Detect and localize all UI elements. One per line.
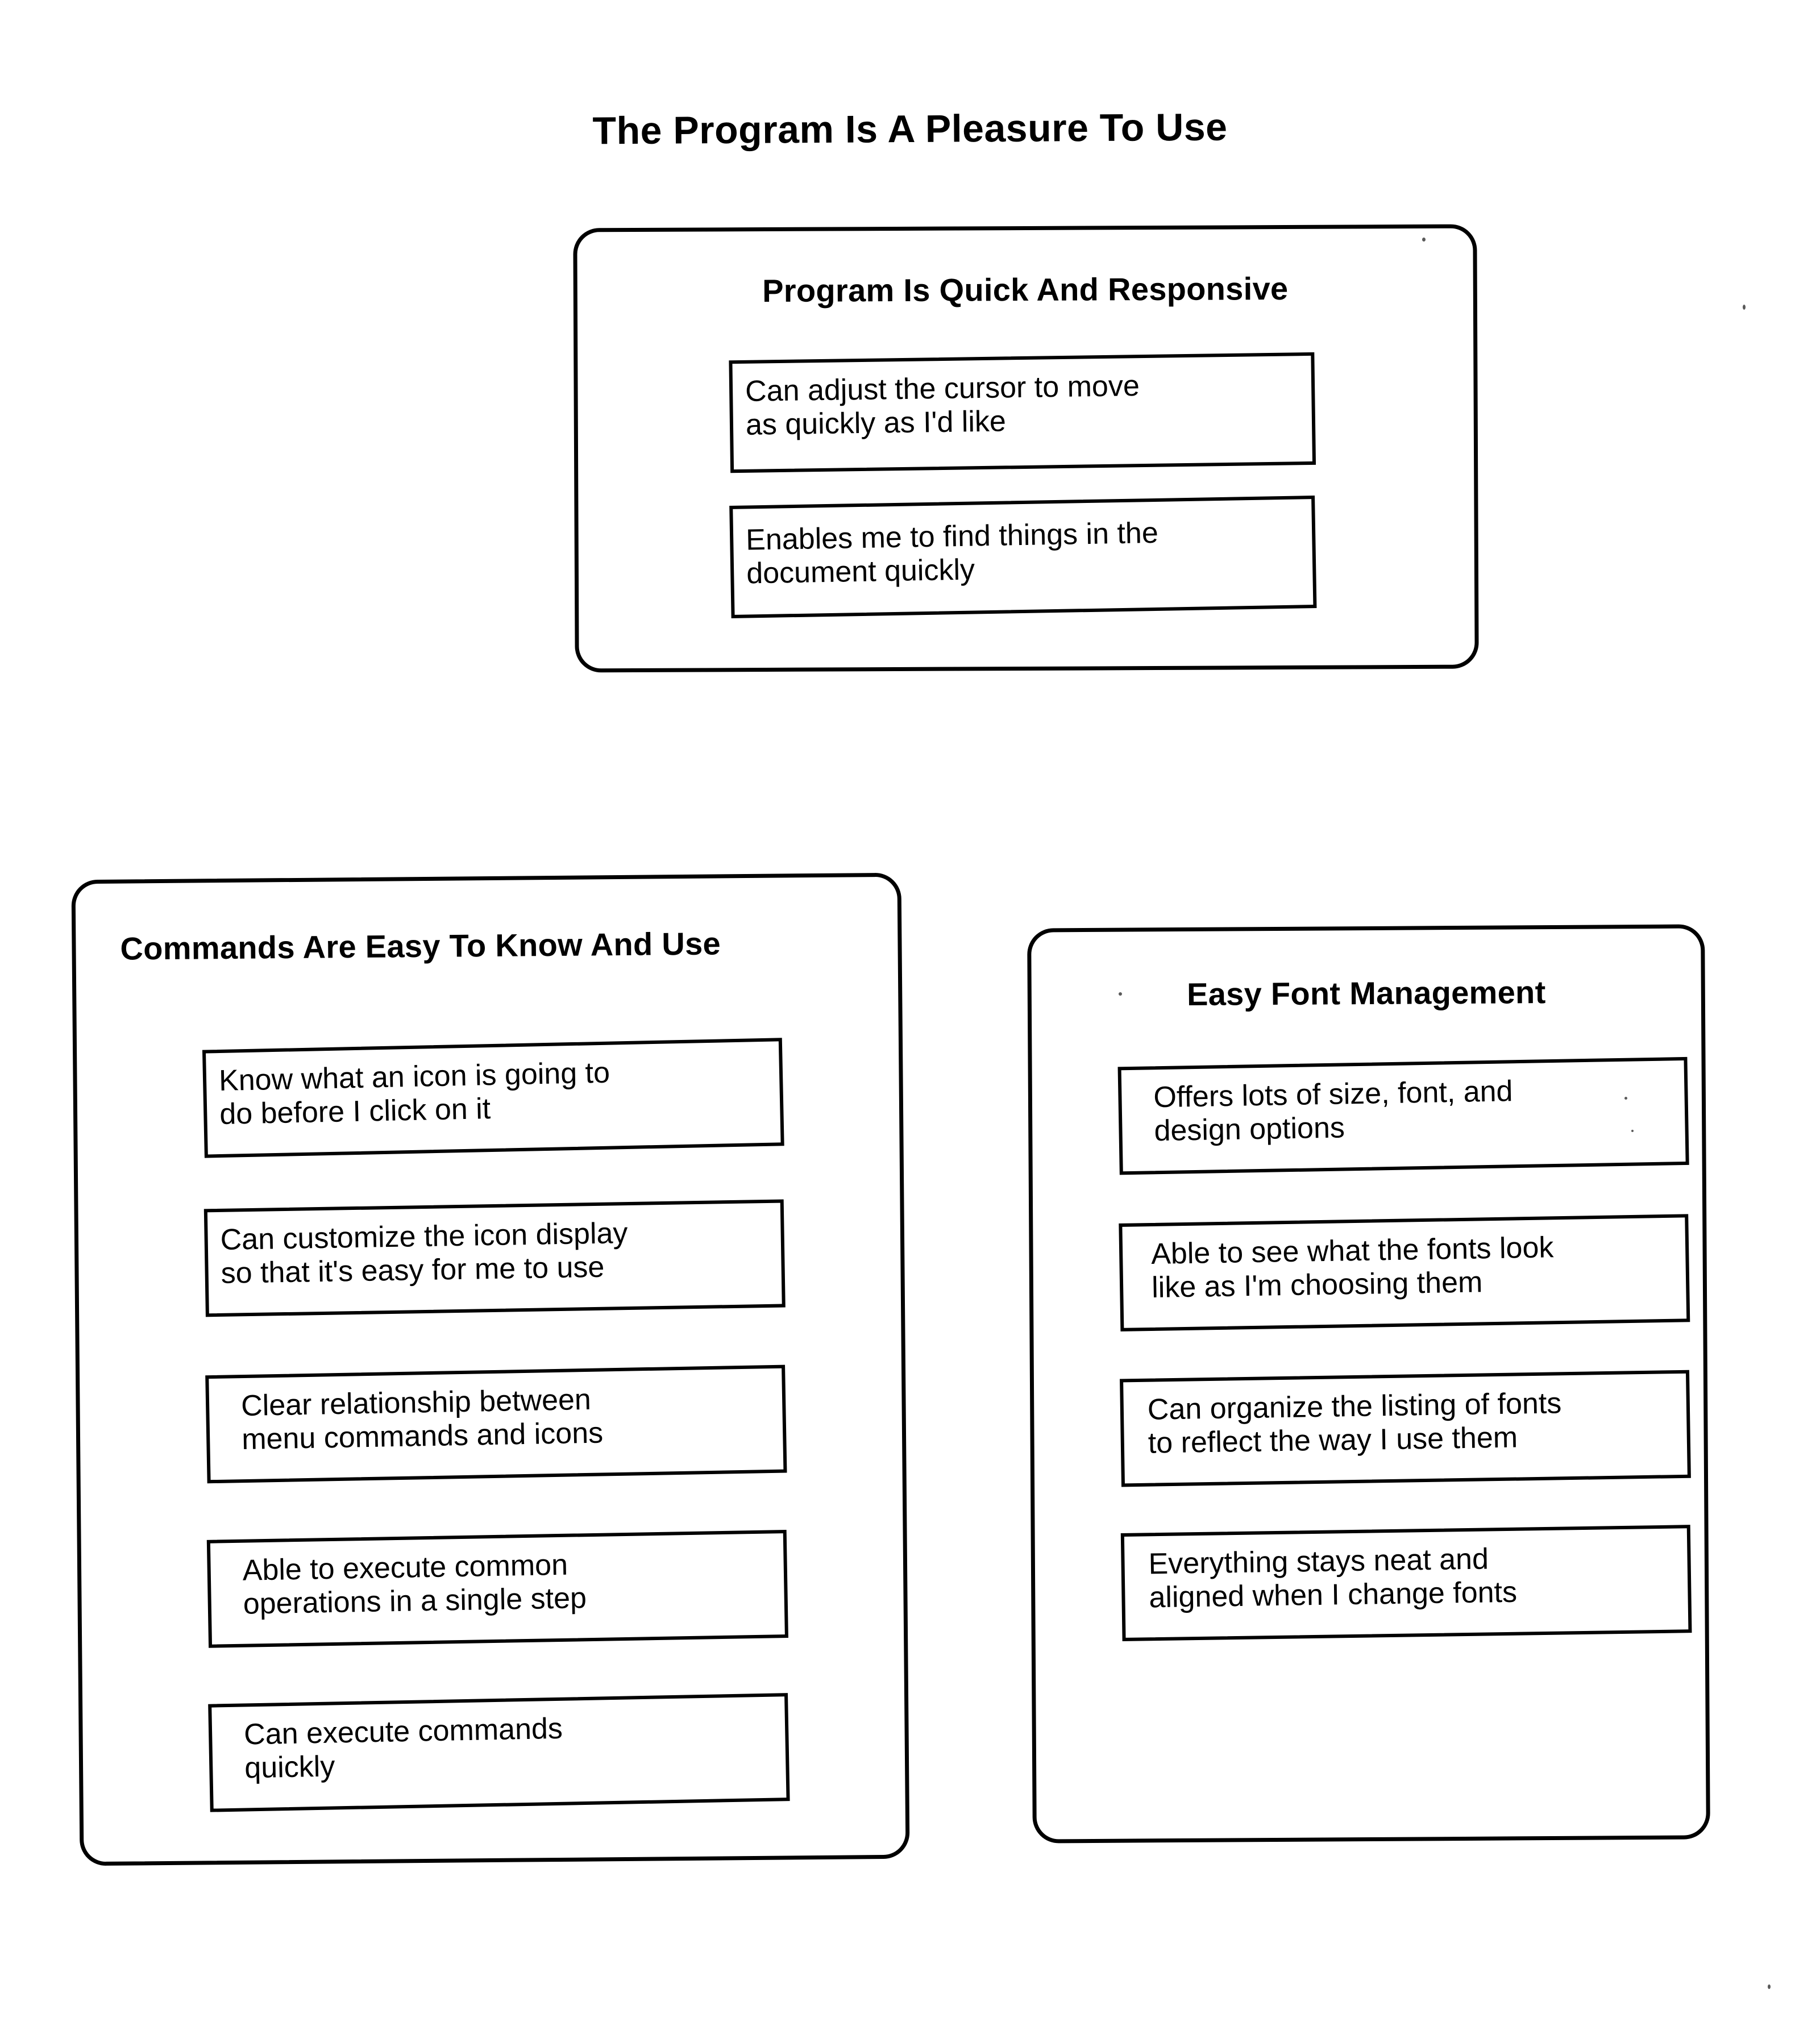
group-title-commands: Commands Are Easy To Know And Use bbox=[120, 925, 721, 967]
item-line: as quickly as I'd like bbox=[745, 405, 1007, 442]
group-program-is-quick-and-responsive: Program Is Quick And Responsive Can adju… bbox=[573, 224, 1479, 673]
scan-speckle bbox=[1119, 992, 1122, 996]
item-box-find-things-quickly: Enables me to find things in the documen… bbox=[729, 496, 1317, 618]
scan-speckle bbox=[1422, 238, 1426, 242]
item-box-customize-icon-display: Can customize the icon display so that i… bbox=[203, 1199, 786, 1317]
item-box-stays-neat-when-changing-fonts: Everything stays neat and aligned when I… bbox=[1120, 1525, 1692, 1642]
item-box-execute-commands-quickly: Can execute commands quickly bbox=[208, 1693, 790, 1812]
item-box-font-preview-while-choosing: Able to see what the fonts look like as … bbox=[1119, 1214, 1690, 1332]
item-box-know-icon-purpose: Know what an icon is going to do before … bbox=[202, 1038, 784, 1158]
scan-speckle bbox=[1624, 1097, 1627, 1100]
item-box-cursor-speed: Can adjust the cursor to move as quickly… bbox=[729, 352, 1316, 473]
group-easy-font-management: Easy Font Management Offers lots of size… bbox=[1027, 924, 1710, 1844]
item-box-size-font-design-options: Offers lots of size, font, and design op… bbox=[1117, 1056, 1689, 1175]
item-box-organize-font-listing: Can organize the listing of fonts to ref… bbox=[1120, 1370, 1691, 1487]
group-commands-are-easy-to-know-and-use: Commands Are Easy To Know And Use Know w… bbox=[71, 872, 910, 1866]
group-title-fonts: Easy Font Management bbox=[1186, 974, 1546, 1012]
item-box-menu-command-icon-relationship: Clear relationship between menu commands… bbox=[205, 1364, 787, 1484]
scan-speckle bbox=[1743, 305, 1746, 310]
group-title-responsive: Program Is Quick And Responsive bbox=[762, 270, 1289, 309]
page-title: The Program Is A Pleasure To Use bbox=[592, 105, 1228, 153]
scan-speckle bbox=[1768, 1984, 1771, 1989]
item-box-common-operations-single-step: Able to execute common operations in a s… bbox=[206, 1530, 788, 1648]
scan-speckle bbox=[1631, 1130, 1634, 1132]
